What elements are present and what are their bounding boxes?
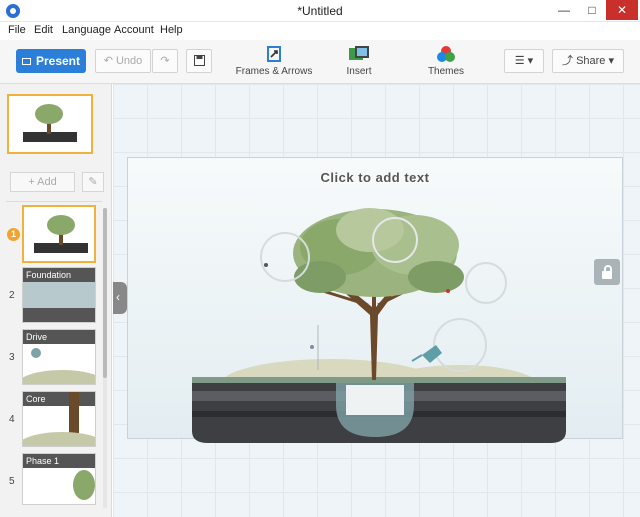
edit-path-button[interactable]: ✎	[82, 172, 104, 192]
insert-tool[interactable]: Insert	[336, 45, 382, 77]
click-to-add-text[interactable]: Click to add text	[127, 170, 623, 185]
screen-icon	[21, 58, 31, 66]
frames-arrows-tool[interactable]: Frames & Arrows	[234, 45, 314, 77]
minimize-button[interactable]: —	[550, 0, 578, 20]
slide-preview-hill	[23, 370, 95, 384]
add-slide-button[interactable]: + Add	[10, 172, 75, 192]
slide-thumbnail-3[interactable]: Drive	[22, 329, 96, 385]
title-bar: *Untitled — □ ✕	[0, 0, 640, 22]
present-button[interactable]: Present	[16, 49, 86, 73]
menu-language[interactable]: Language	[62, 24, 111, 36]
close-button[interactable]: ✕	[606, 0, 638, 20]
redo-button[interactable]: ↷	[152, 49, 178, 73]
share-icon: ⤴	[562, 55, 573, 67]
maximize-button[interactable]: □	[578, 0, 606, 20]
slide-thumbnail-2[interactable]: Foundation	[22, 267, 96, 323]
undo-button[interactable]: ↶ Undo	[95, 49, 151, 73]
slide-preview-ground	[23, 308, 95, 322]
slide-title: Foundation	[23, 268, 95, 282]
tree-slide-image	[34, 215, 88, 253]
save-button[interactable]	[186, 49, 212, 73]
share-button[interactable]: ⤴ Share ▾	[552, 49, 624, 73]
slide-thumbnail-1[interactable]	[22, 205, 96, 263]
slide-thumbnail-5[interactable]: Phase 1	[22, 453, 96, 505]
tree-thumbnail-image	[23, 104, 77, 142]
menu-account[interactable]: Account	[114, 24, 154, 36]
tree-illustration	[192, 208, 566, 443]
divider	[6, 201, 102, 202]
toolbar: Present ↶ Undo ↷ Frames & Arrows Insert …	[0, 40, 640, 84]
watering-can-icon	[31, 348, 41, 358]
slide-preview-hill	[23, 432, 95, 446]
menu-file[interactable]: File	[8, 24, 26, 36]
frames-arrows-icon	[267, 46, 281, 62]
slide-number: 2	[9, 290, 15, 301]
slide-title: Phase 1	[23, 454, 95, 468]
menu-edit[interactable]: Edit	[34, 24, 53, 36]
slide-preview-foliage	[73, 470, 95, 500]
slide-title: Drive	[23, 330, 95, 344]
overview-thumbnail[interactable]	[7, 94, 93, 154]
menu-bar: File Edit Language Account Help	[0, 22, 640, 40]
save-icon	[193, 55, 205, 66]
insert-image-icon	[349, 46, 369, 60]
pencil-icon: ✎	[88, 176, 98, 188]
themes-icon	[437, 46, 455, 62]
slide-number: 4	[9, 414, 15, 425]
collapse-sidebar-handle[interactable]	[113, 282, 127, 314]
slides-sidebar: + Add ✎ 1 2 Foundation 3 Drive 4 Core 5 …	[0, 84, 112, 517]
sidebar-scrollbar-thumb[interactable]	[103, 208, 107, 378]
slide-thumbnail-4[interactable]: Core	[22, 391, 96, 447]
slide-number: 5	[9, 476, 15, 487]
more-menu-button[interactable]: ☰ ▾	[504, 49, 544, 73]
slide-number: 3	[9, 352, 15, 363]
slide-title: Core	[23, 392, 95, 406]
slide-number: 1	[7, 228, 20, 241]
menu-help[interactable]: Help	[160, 24, 183, 36]
window-title: *Untitled	[297, 4, 343, 18]
lock-icon[interactable]	[594, 259, 620, 285]
slide-preview	[23, 282, 95, 308]
themes-tool[interactable]: Themes	[424, 45, 468, 77]
